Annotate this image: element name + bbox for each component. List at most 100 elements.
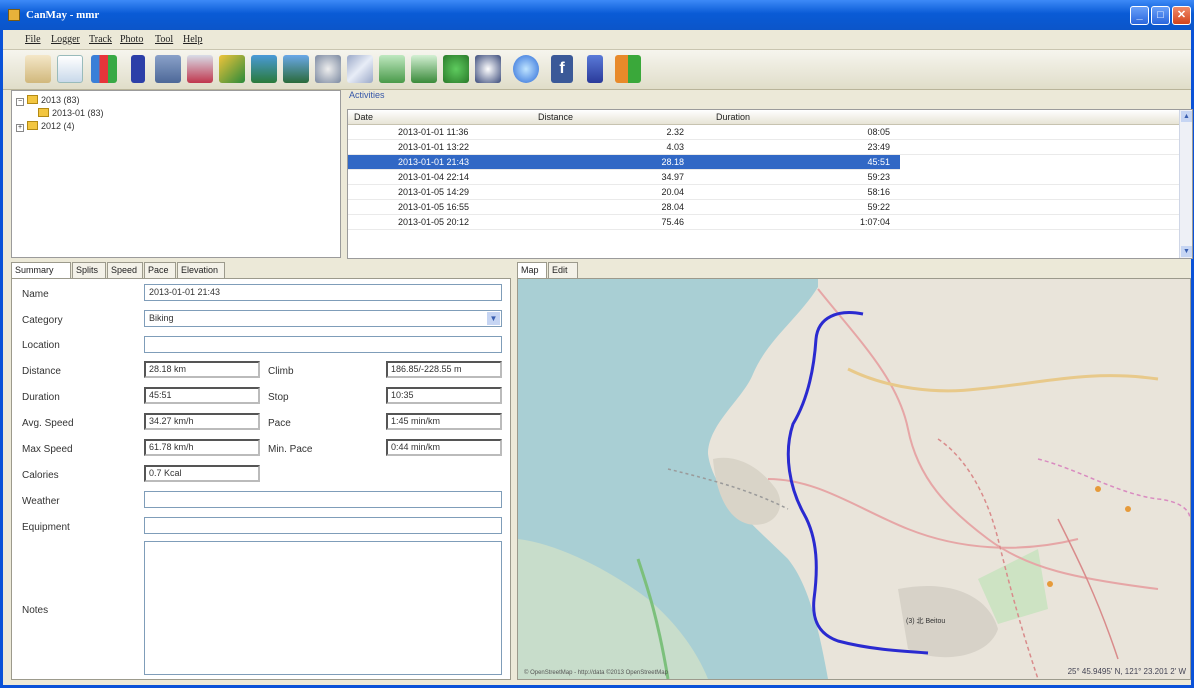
device-icon[interactable] [131, 55, 145, 83]
tab-elevation[interactable]: Elevation [177, 262, 225, 278]
location-field[interactable] [144, 336, 502, 353]
tree-item-2012[interactable]: +2012 (4) [16, 121, 75, 132]
min-pace-value: 0:44 min/km [386, 439, 502, 456]
tab-summary[interactable]: Summary [11, 262, 71, 279]
poi-marker[interactable] [1125, 506, 1131, 512]
weather-label: Weather [22, 496, 60, 507]
road [1057, 518, 1119, 660]
merge-icon[interactable] [347, 55, 373, 83]
weather-field[interactable] [144, 491, 502, 508]
row-distance: 4.03 [666, 142, 684, 152]
table-row[interactable]: 2013-01-05 20:12 75.46 1:07:04 [348, 215, 1180, 230]
climb-value: 186.85/-228.55 m [386, 361, 502, 378]
split-icon[interactable] [379, 55, 405, 83]
tree-item-2013[interactable]: − 2013 (83) [16, 95, 80, 106]
table-row[interactable]: 2013-01-04 22:14 34.97 59:23 [348, 170, 1180, 185]
stop-value: 10:35 [386, 387, 502, 404]
notes-textarea[interactable] [144, 541, 502, 675]
row-date: 2013-01-01 13:22 [398, 142, 470, 152]
column-header-duration[interactable]: Duration [716, 112, 750, 122]
minimize-button[interactable]: _ [1130, 6, 1149, 25]
tab-splits[interactable]: Splits [72, 262, 106, 278]
menu-photo[interactable]: Photo [120, 34, 143, 45]
table-row[interactable]: 2013-01-01 11:36 2.32 08:05 [348, 125, 1180, 140]
expand-icon[interactable]: + [16, 124, 24, 132]
row-date: 2013-01-05 20:12 [398, 217, 470, 227]
row-date: 2013-01-01 11:36 [398, 127, 469, 137]
exit-icon[interactable] [615, 55, 641, 83]
row-duration: 59:22 [867, 202, 890, 212]
row-date: 2013-01-01 21:43 [398, 157, 470, 167]
road [847, 367, 1159, 393]
globe-icon[interactable] [513, 55, 539, 83]
collapse-icon[interactable]: − [16, 98, 24, 106]
help-icon[interactable] [587, 55, 603, 83]
map-coordinates: 25° 45.9495' N, 121° 23.201 2' W [1067, 667, 1186, 676]
min-pace-label: Min. Pace [268, 444, 313, 455]
tree-item-label: 2012 (4) [41, 121, 75, 131]
tab-speed[interactable]: Speed [107, 262, 143, 278]
track-icon[interactable] [57, 55, 83, 83]
truck-icon[interactable] [155, 55, 181, 83]
tree-item-2013-01[interactable]: 2013-01 (83) [38, 108, 104, 118]
facebook-icon[interactable]: f [551, 55, 573, 83]
name-field[interactable]: 2013-01-01 21:43 [144, 284, 502, 301]
poi-marker[interactable] [1095, 486, 1101, 492]
poi-marker[interactable] [1047, 581, 1053, 587]
arrow-green-icon[interactable] [443, 55, 469, 83]
equipment-field[interactable] [144, 517, 502, 534]
export-icon[interactable] [251, 55, 277, 83]
category-select[interactable]: Biking ▼ [144, 310, 502, 327]
chart-icon[interactable] [91, 55, 117, 83]
export2-icon[interactable] [283, 55, 309, 83]
maximize-button[interactable]: □ [1151, 6, 1170, 25]
row-duration: 08:05 [867, 127, 890, 137]
scroll-down-icon[interactable]: ▼ [1181, 246, 1192, 257]
notes-label: Notes [22, 605, 49, 616]
activities-table[interactable]: Date Distance Duration 2013-01-01 11:36 2… [347, 109, 1193, 259]
title-bar[interactable]: CanMay - mmr _ □ ✕ [0, 0, 1194, 30]
road [817, 288, 1159, 590]
map-canvas[interactable]: (3) 北 Beitou [518, 279, 1190, 679]
table-row-selected[interactable]: 2013-01-01 21:43 28.18 45:51 [348, 155, 900, 170]
vertical-scrollbar[interactable]: ▲ ▼ [1179, 110, 1192, 258]
table-header: Date Distance Duration [348, 110, 1180, 125]
column-header-date[interactable]: Date [354, 112, 373, 122]
edit-icon[interactable] [411, 55, 437, 83]
stop-label: Stop [268, 392, 289, 403]
table-row[interactable]: 2013-01-01 13:22 4.03 23:49 [348, 140, 1180, 155]
close-button[interactable]: ✕ [1172, 6, 1191, 25]
menu-logger[interactable]: Logger [51, 34, 80, 45]
table-row[interactable]: 2013-01-05 14:29 20.04 58:16 [348, 185, 1180, 200]
place-label: (3) 北 Beitou [906, 617, 945, 625]
row-date: 2013-01-05 14:29 [398, 187, 470, 197]
import-icon[interactable] [219, 55, 245, 83]
route-icon[interactable] [25, 55, 51, 83]
table-row[interactable]: 2013-01-05 16:55 28.04 59:22 [348, 200, 1180, 215]
menu-help[interactable]: Help [183, 34, 202, 45]
avg-speed-value: 34.27 km/h [144, 413, 260, 430]
map-view[interactable]: (3) 北 Beitou © OpenStreetMap - http://da… [517, 278, 1191, 680]
chevron-down-icon[interactable]: ▼ [487, 312, 500, 325]
menu-file[interactable]: File [25, 34, 41, 45]
avg-speed-label: Avg. Speed [22, 418, 74, 429]
folder-tree[interactable]: − 2013 (83) 2013-01 (83) +2012 (4) [11, 90, 341, 258]
activities-label: Activities [349, 90, 385, 100]
toolbar: f [3, 50, 1191, 90]
folder-icon [27, 121, 38, 130]
tab-pace[interactable]: Pace [144, 262, 176, 278]
arrow-flow-icon[interactable] [475, 55, 501, 83]
menu-track[interactable]: Track [89, 34, 112, 45]
menu-tool[interactable]: Tool [155, 34, 173, 45]
category-label: Category [22, 315, 63, 326]
report-icon[interactable] [187, 55, 213, 83]
row-duration: 58:16 [867, 187, 890, 197]
duration-label: Duration [22, 392, 60, 403]
distance-value: 28.18 km [144, 361, 260, 378]
tab-edit[interactable]: Edit [548, 262, 578, 278]
tab-map[interactable]: Map [517, 262, 547, 279]
equipment-label: Equipment [22, 522, 70, 533]
column-header-distance[interactable]: Distance [538, 112, 573, 122]
scroll-up-icon[interactable]: ▲ [1181, 111, 1192, 122]
gps-icon[interactable] [315, 55, 341, 83]
